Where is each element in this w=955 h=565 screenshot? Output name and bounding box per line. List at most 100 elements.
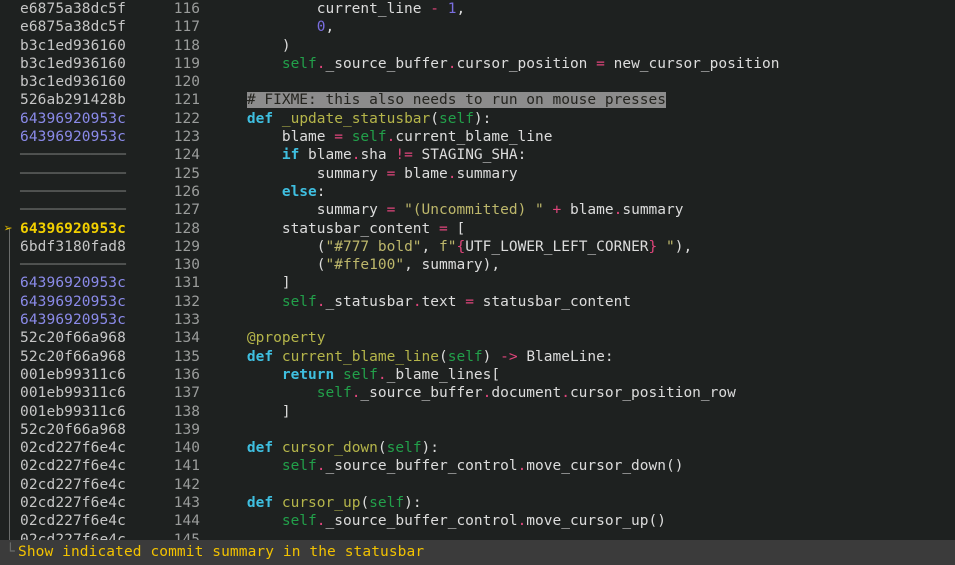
code-line-row[interactable]: 02cd227f6e4c 142 (0, 476, 955, 494)
code-line-row[interactable]: 526ab291428b 121 # FIXME: this also needs… (0, 91, 955, 109)
code-line-row[interactable]: ──────────── 126 else: (0, 183, 955, 201)
line-number: 126 (173, 183, 200, 200)
code-line-row[interactable]: 02cd227f6e4c 143 def cursor_up(self): (0, 494, 955, 512)
code-token-plain: summary (212, 165, 387, 182)
commit-sha[interactable]: e6875a38dc5f (20, 0, 168, 18)
code-line-row[interactable]: 52c20f66a968 134 @property (0, 329, 955, 347)
code-line-row[interactable]: 52c20f66a968 139 (0, 421, 955, 439)
line-number: 128 (173, 220, 200, 237)
code-line-row[interactable]: 64396920953c 132 self._statusbar.text = s… (0, 293, 955, 311)
code-text: def cursor_up(self): (200, 494, 422, 512)
commit-sha[interactable]: b3c1ed936160 (20, 73, 168, 91)
code-token-plain: ): (473, 110, 492, 127)
line-number: 131 (173, 275, 200, 292)
commit-sha[interactable]: 001eb99311c6 (20, 384, 168, 402)
code-line-row[interactable]: ──────────── 125 summary = blame.summary (0, 165, 955, 183)
code-line-row[interactable]: 6bdf3180fad8 129 ("#777 bold", f"{UTF_LOW… (0, 238, 955, 256)
code-token-plain: ( (212, 257, 326, 274)
code-token-plain: cursor_position_row (569, 385, 736, 402)
code-line-row[interactable]: e6875a38dc5f 117 0, (0, 18, 955, 36)
code-token-plain: STAGING_SHA: (412, 147, 527, 164)
line-number: 141 (173, 458, 200, 475)
line-number: 137 (173, 385, 200, 402)
code-token-plain: ( (212, 238, 326, 255)
commit-sha[interactable]: 52c20f66a968 (20, 348, 168, 366)
code-text: self._source_buffer.cursor_position = ne… (200, 55, 780, 73)
code-line-row[interactable]: 001eb99311c6 137 self._source_buffer.docu… (0, 384, 955, 402)
commit-sha[interactable]: 64396920953c (20, 110, 168, 128)
code-line-row[interactable]: 02cd227f6e4c 141 self._source_buffer_cont… (0, 457, 955, 475)
code-token-op: = (465, 293, 474, 310)
code-text: blame = self.current_blame_line (200, 128, 553, 146)
code-token-kw: def (246, 348, 274, 365)
commit-sha[interactable]: 526ab291428b (20, 91, 168, 109)
code-line-row[interactable]: 64396920953c 133 (0, 311, 955, 329)
terminal-window: e6875a38dc5f 116 current_line - 1, e6875a3… (0, 0, 955, 565)
line-number: 118 (173, 37, 200, 54)
code-line-row[interactable]: 64396920953c 122 def _update_statusbar(se… (0, 110, 955, 128)
code-token-plain: UTF_LOWER_LEFT_CORNER (465, 238, 649, 255)
commit-sha[interactable]: 001eb99311c6 (20, 366, 168, 384)
commit-sha[interactable]: 02cd227f6e4c (20, 512, 168, 530)
code-line-row[interactable]: b3c1ed936160 118 ) (0, 37, 955, 55)
code-line-row[interactable]: 001eb99311c6 136 return self._blame_lines… (0, 366, 955, 384)
commit-sha[interactable]: 64396920953c (20, 293, 168, 311)
code-token-plain: new_cursor_position (604, 55, 780, 72)
code-line-row[interactable]: 52c20f66a968 135 def current_blame_line(s… (0, 348, 955, 366)
code-line-row[interactable]: 001eb99311c6 138 ] (0, 403, 955, 421)
commit-sha[interactable]: 02cd227f6e4c (20, 439, 168, 457)
code-token-self: self (369, 495, 405, 512)
line-number: 132 (173, 293, 200, 310)
commit-sha[interactable]: b3c1ed936160 (20, 37, 168, 55)
code-text: self._source_buffer_control.move_cursor_… (200, 457, 684, 475)
commit-sha[interactable]: 64396920953c (20, 274, 168, 292)
line-number: 139 (173, 421, 200, 438)
line-number: 125 (173, 165, 200, 182)
statusbar-message: Show indicated commit summary in the sta… (18, 544, 425, 561)
code-line-row[interactable]: ──────────── 127 summary = "(Uncommitted)… (0, 201, 955, 219)
code-line-row[interactable]: b3c1ed936160 119 self._source_buffer.curs… (0, 55, 955, 73)
code-token-plain: , (421, 238, 439, 255)
commit-sha-repeat-rule: ──────────── (20, 147, 126, 164)
code-token-deco: @property (246, 330, 326, 347)
commit-sha[interactable]: 52c20f66a968 (20, 421, 168, 439)
code-line-row[interactable]: ──────────── 124 if blame.sha != STAGING_… (0, 146, 955, 164)
code-line-row[interactable]: b3c1ed936160 120 (0, 73, 955, 91)
commit-sha[interactable]: 52c20f66a968 (20, 329, 168, 347)
code-token-fn: cursor_down (281, 440, 378, 457)
code-line-row[interactable]: ➢64396920953c 128 statusbar_content = [ (0, 220, 955, 238)
line-number: 140 (173, 440, 200, 457)
commit-sha[interactable]: 64396920953c (20, 220, 168, 238)
commit-sha[interactable]: 02cd227f6e4c (20, 494, 168, 512)
commit-sha[interactable]: 001eb99311c6 (20, 403, 168, 421)
commit-sha[interactable]: 64396920953c (20, 128, 168, 146)
code-line-row[interactable]: e6875a38dc5f 116 current_line - 1, (0, 0, 955, 18)
code-token-op: . (316, 458, 326, 475)
code-token-str: " (657, 238, 675, 255)
code-line-row[interactable]: 02cd227f6e4c 140 def cursor_down(self): (0, 439, 955, 457)
line-number: 117 (173, 19, 200, 36)
commit-sha[interactable]: 64396920953c (20, 311, 168, 329)
code-text: return self._blame_lines[ (200, 366, 500, 384)
code-line-row[interactable]: 64396920953c 123 blame = self.current_bla… (0, 128, 955, 146)
commit-sha[interactable]: 6bdf3180fad8 (20, 238, 168, 256)
code-text: ("#ffe100", summary), (200, 256, 500, 274)
commit-sha[interactable]: e6875a38dc5f (20, 18, 168, 36)
code-line-row[interactable]: 02cd227f6e4c 144 self._source_buffer_cont… (0, 512, 955, 530)
commit-sha[interactable]: b3c1ed936160 (20, 55, 168, 73)
code-token-op: . (517, 458, 527, 475)
code-token-fn: cursor_up (281, 495, 361, 512)
code-line-row[interactable]: 64396920953c 131 ] (0, 274, 955, 292)
blame-code-view[interactable]: e6875a38dc5f 116 current_line - 1, e6875a3… (0, 0, 955, 548)
commit-sha[interactable]: 02cd227f6e4c (20, 457, 168, 475)
code-line-row[interactable]: ──────────── 130 ("#ffe100", summary), (0, 256, 955, 274)
line-number: 129 (173, 238, 200, 255)
code-text: current_line - 1, (200, 0, 465, 18)
code-token-plain: current_blame_line (395, 129, 553, 146)
commit-sha[interactable]: 02cd227f6e4c (20, 476, 168, 494)
line-number: 135 (173, 348, 200, 365)
code-token-plain: [ (447, 220, 466, 237)
